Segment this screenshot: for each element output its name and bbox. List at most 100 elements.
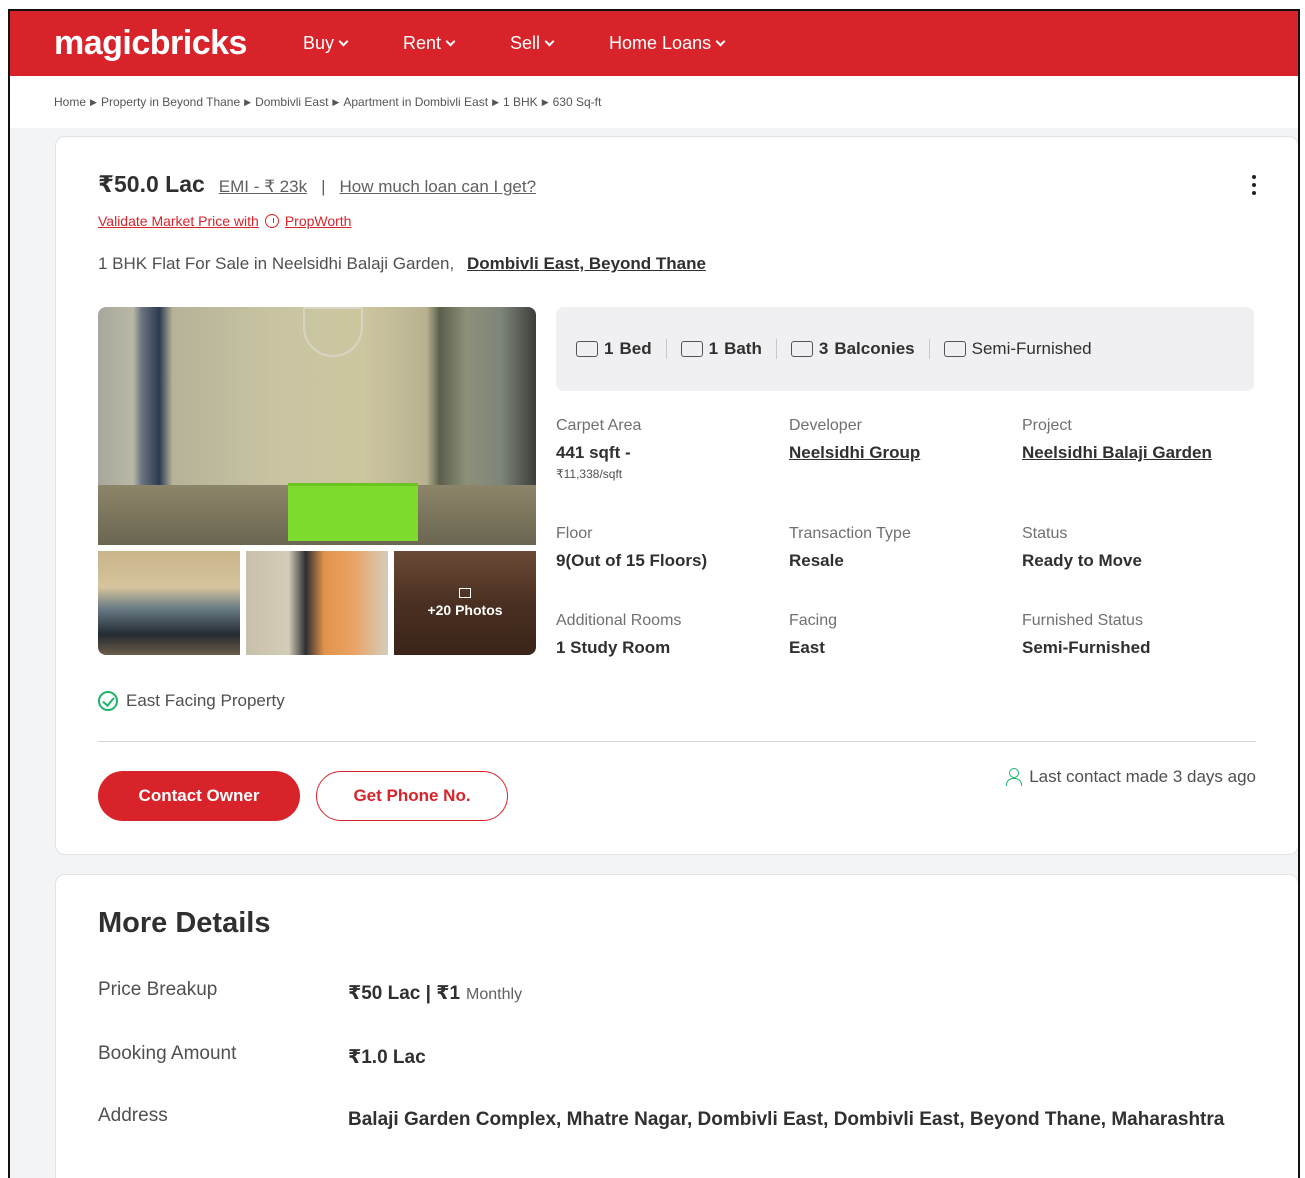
nav-rent[interactable]: Rent: [402, 33, 456, 54]
magicbricks-logo[interactable]: magicbricks: [54, 24, 247, 63]
breadcrumb-home[interactable]: Home: [54, 95, 86, 109]
project-label: Project: [1022, 417, 1072, 434]
carpet-area-label: Carpet Area: [556, 417, 642, 434]
detail-facing: Facing East: [789, 612, 1019, 658]
detail-furnished: Furnished Status Semi-Furnished: [1022, 612, 1252, 658]
developer-label: Developer: [789, 417, 862, 434]
price-breakup-row: Price Breakup ₹50 Lac | ₹1 Monthly: [98, 979, 1258, 1009]
thumbnail-2[interactable]: [246, 551, 388, 655]
summary-furnishing: Semi-Furnished: [930, 339, 1106, 359]
listing-price: ₹50.0 Lac: [98, 171, 205, 197]
nav-sell[interactable]: Sell: [510, 33, 555, 54]
booking-amount-value: ₹1.0 Lac: [348, 1047, 426, 1068]
contact-owner-button[interactable]: Contact Owner: [98, 771, 300, 821]
price-breakup-value-wrap: ₹50 Lac | ₹1 Monthly: [348, 979, 522, 1009]
floor-label: Floor: [556, 525, 593, 542]
balcony-count: 3: [818, 339, 829, 358]
price-breakup-value: ₹50 Lac | ₹1: [348, 983, 461, 1004]
detail-carpet-area: Carpet Area 441 sqft - ₹11,338/sqft: [556, 417, 786, 481]
developer-link[interactable]: Neelsidhi Group: [789, 443, 1019, 463]
furnished-label: Furnished Status: [1022, 612, 1143, 629]
carpet-area-rate: ₹11,338/sqft: [556, 467, 623, 481]
breadcrumb-property[interactable]: Property in Beyond Thane: [101, 95, 240, 109]
propworth-icon: [264, 214, 279, 228]
top-navbar: magicbricks Buy Rent Sell Home Loans: [10, 11, 1298, 76]
validate-price[interactable]: Validate Market Price with PropWorth: [98, 213, 351, 229]
thumbnail-1[interactable]: [98, 551, 240, 655]
page-frame: magicbricks Buy Rent Sell Home Loans Hom…: [8, 9, 1300, 1178]
breadcrumb-locality[interactable]: Dombivli East: [255, 95, 328, 109]
nav-home-loans[interactable]: Home Loans: [609, 33, 726, 54]
photo-thumbnails: +20 Photos: [98, 551, 536, 655]
chevron-right-icon: ▶: [492, 96, 499, 107]
chevron-right-icon: ▶: [244, 96, 252, 107]
propworth-link[interactable]: PropWorth: [285, 213, 352, 229]
chevron-down-icon: [338, 36, 349, 47]
status-label: Status: [1022, 525, 1068, 542]
chevron-down-icon: [445, 36, 456, 47]
address-value: Balaji Garden Complex, Mhatre Nagar, Dom…: [348, 1109, 1225, 1130]
balcony-icon: [790, 341, 813, 357]
transaction-label: Transaction Type: [789, 525, 911, 542]
transaction-value: Resale: [789, 551, 844, 570]
nav-home-loans-label: Home Loans: [609, 33, 712, 53]
thumbnail-more[interactable]: +20 Photos: [394, 551, 536, 655]
chevron-right-icon: ▶: [541, 96, 549, 107]
listing-card: ₹50.0 Lac EMI - ₹ 23k | How much loan ca…: [55, 136, 1298, 855]
bed-icon: [576, 341, 598, 357]
more-details-title: More Details: [98, 907, 271, 939]
user-icon: [1005, 768, 1023, 786]
price-row: ₹50.0 Lac EMI - ₹ 23k | How much loan ca…: [98, 171, 536, 198]
photo-fan: [303, 307, 363, 357]
balcony-label: Balconies: [834, 339, 915, 358]
listing-title-text: 1 BHK Flat For Sale in Neelsidhi Balaji …: [98, 254, 455, 273]
chevron-down-icon: [715, 36, 726, 47]
summary-bed: 1 Bed: [576, 339, 667, 359]
more-options-icon[interactable]: [1252, 175, 1258, 195]
breadcrumb-apartment[interactable]: Apartment in Dombivli East: [343, 95, 488, 109]
detail-transaction: Transaction Type Resale: [789, 525, 1019, 571]
detail-status: Status Ready to Move: [1022, 525, 1252, 571]
check-circle-icon: [98, 691, 118, 711]
more-details-card: More Details Price Breakup ₹50 Lac | ₹1 M…: [55, 874, 1298, 1178]
property-summary: 1 Bed 1 Bath 3 Balconies Semi-Furnished: [556, 307, 1254, 391]
chevron-down-icon: [544, 36, 555, 47]
emi-link[interactable]: EMI - ₹ 23k: [219, 177, 307, 197]
main-photo[interactable]: [98, 307, 536, 545]
last-contact-info: Last contact made 3 days ago: [1005, 767, 1256, 787]
status-value: Ready to Move: [1022, 551, 1142, 570]
nav-buy[interactable]: Buy: [302, 33, 349, 54]
facing-value: East: [789, 638, 825, 657]
bed-count: 1: [604, 339, 614, 358]
summary-bath: 1 Bath: [667, 339, 777, 359]
separator: |: [321, 177, 326, 196]
get-phone-button[interactable]: Get Phone No.: [316, 771, 508, 821]
image-icon: [459, 588, 471, 598]
breadcrumb: Home ▶ Property in Beyond Thane ▶ Dombiv…: [10, 76, 1298, 128]
project-link[interactable]: Neelsidhi Balaji Garden: [1022, 443, 1252, 463]
booking-amount-label: Booking Amount: [98, 1043, 237, 1064]
validate-text: Validate Market Price with: [98, 213, 259, 229]
price-breakup-suffix: Monthly: [466, 986, 523, 1003]
detail-rooms: Additional Rooms 1 Study Room: [556, 612, 786, 658]
address-label: Address: [98, 1105, 168, 1126]
rooms-value: 1 Study Room: [556, 638, 671, 657]
breadcrumb-bhk[interactable]: 1 BHK: [503, 95, 538, 109]
nav-buy-label: Buy: [302, 33, 334, 53]
location-link[interactable]: Dombivli East, Beyond Thane: [467, 254, 706, 273]
bath-icon: [680, 341, 703, 357]
carpet-area-value: 441 sqft -: [556, 443, 631, 462]
nav-sell-label: Sell: [510, 33, 541, 53]
nav-rent-label: Rent: [402, 33, 442, 53]
more-photos-overlay: +20 Photos: [394, 551, 536, 655]
rooms-label: Additional Rooms: [556, 612, 682, 629]
listing-title: 1 BHK Flat For Sale in Neelsidhi Balaji …: [98, 254, 706, 274]
loan-eligibility-link[interactable]: How much loan can I get?: [340, 177, 537, 197]
east-facing-label: East Facing Property: [126, 691, 285, 710]
last-contact-text: Last contact made 3 days ago: [1029, 767, 1256, 786]
photo-swing: [288, 483, 418, 541]
summary-balconies: 3 Balconies: [777, 339, 930, 359]
furnished-value: Semi-Furnished: [1022, 638, 1151, 657]
address-row: Address Balaji Garden Complex, Mhatre Na…: [98, 1105, 1258, 1134]
chevron-right-icon: ▶: [332, 96, 340, 107]
